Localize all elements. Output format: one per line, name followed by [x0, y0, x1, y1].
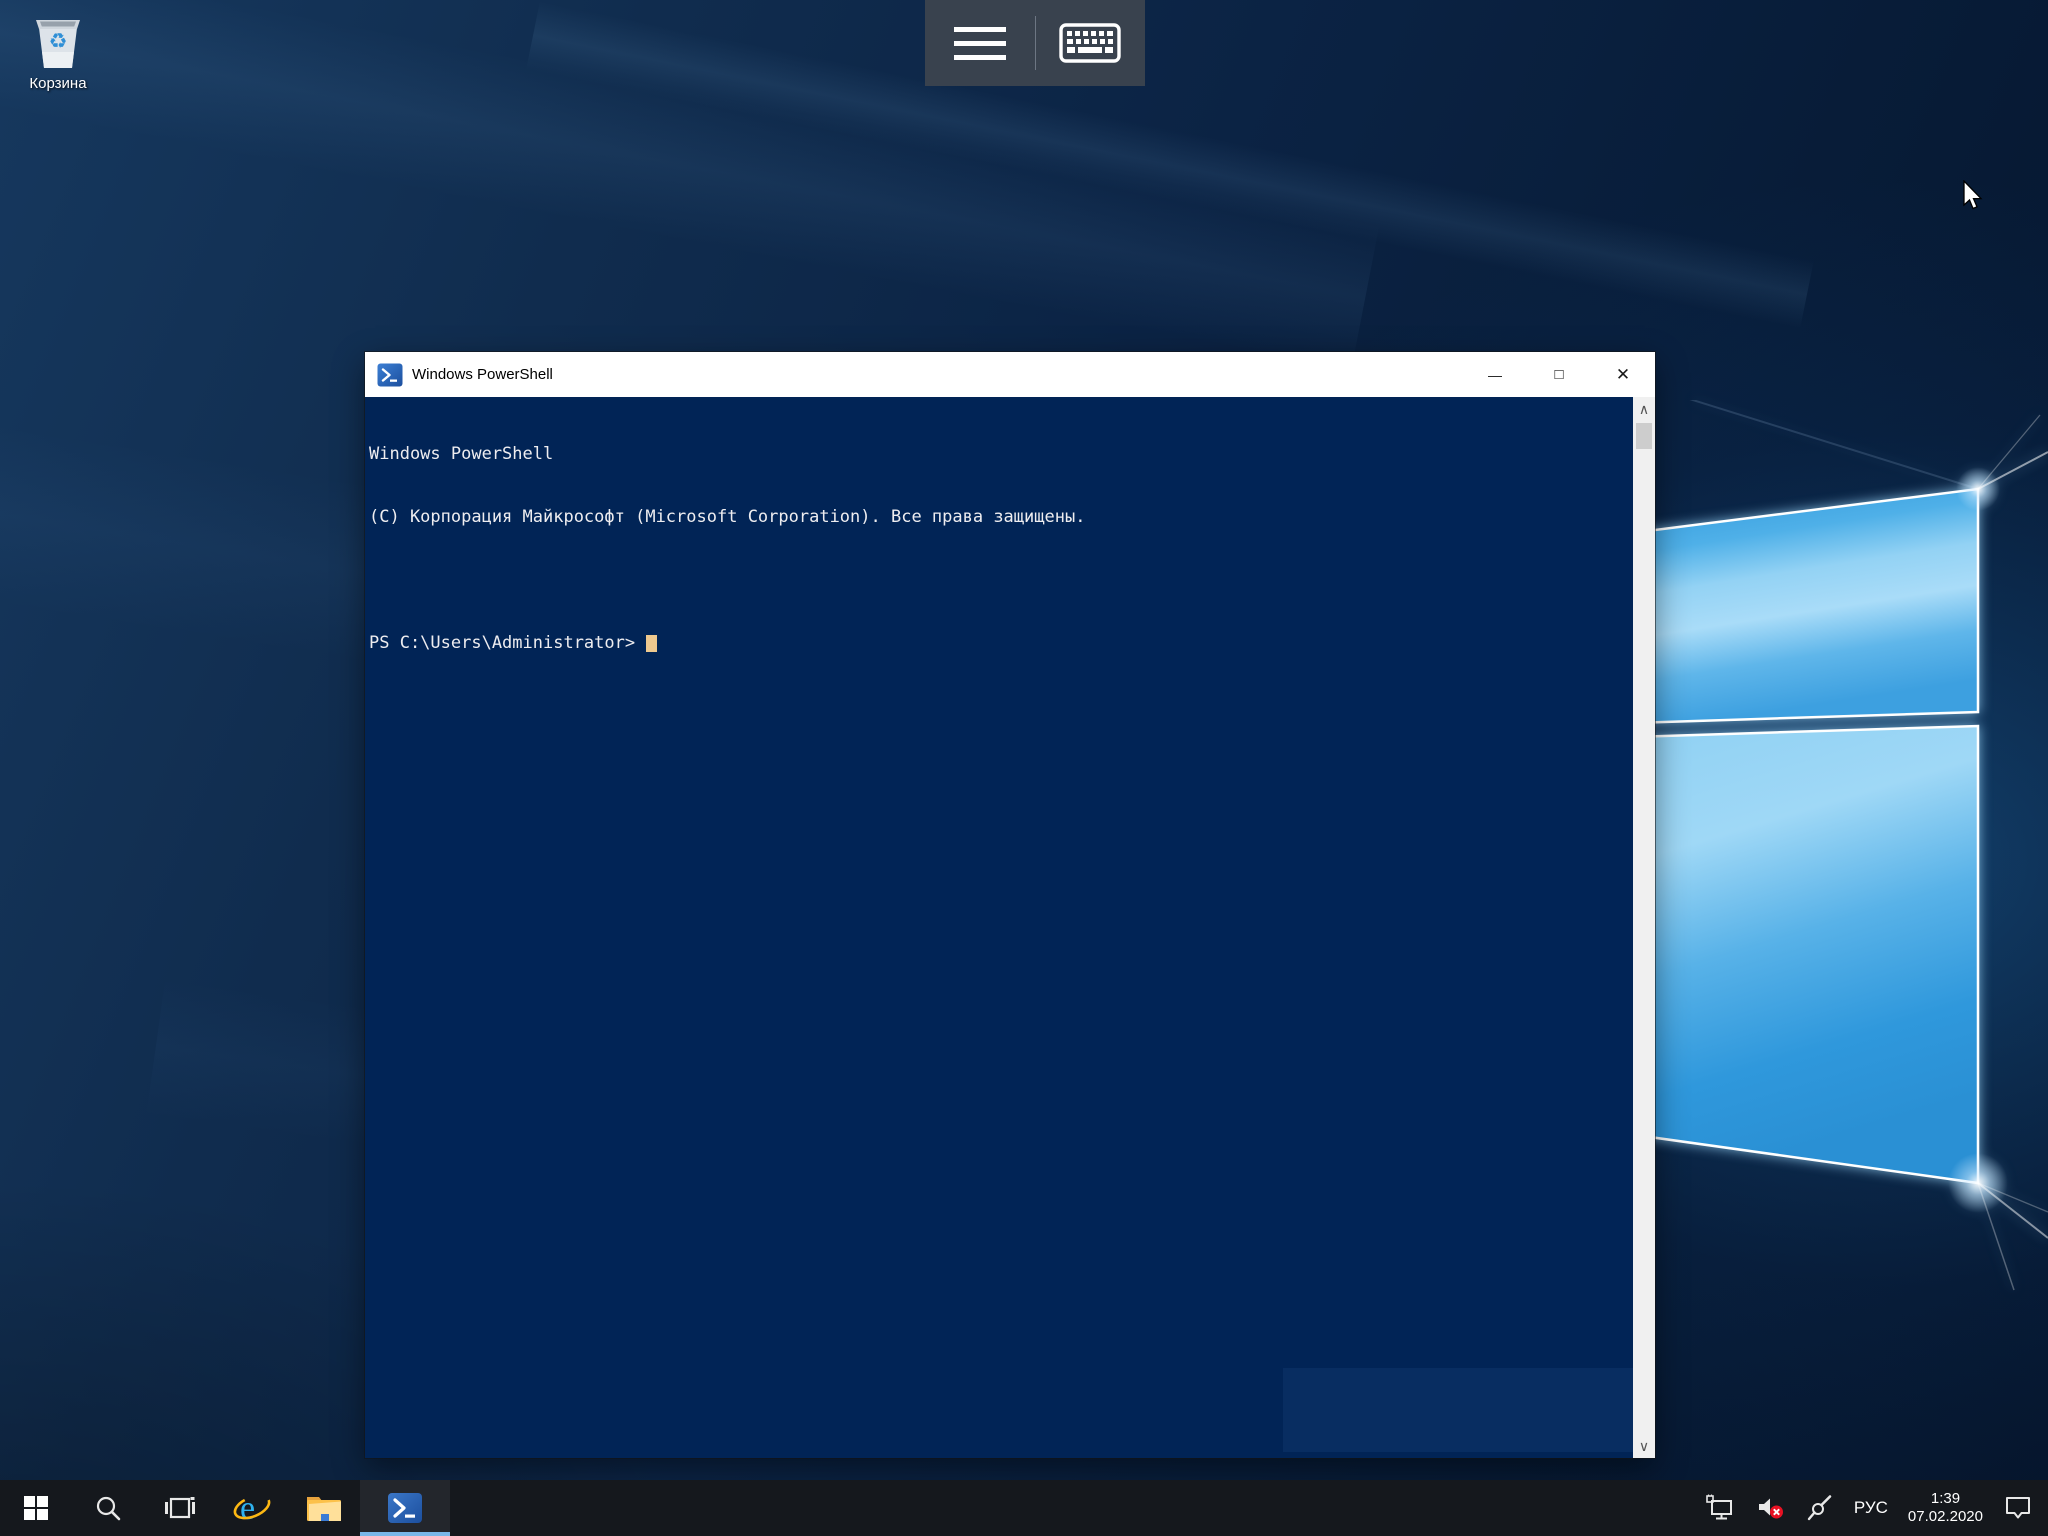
console-line: (C) Корпорация Майкрософт (Microsoft Cor… [369, 507, 1629, 528]
console-cursor [646, 635, 657, 652]
vm-menu-button[interactable] [925, 0, 1035, 86]
powershell-window: Windows PowerShell — □ ✕ Windows PowerSh… [365, 352, 1655, 1458]
mouse-cursor [1962, 180, 1986, 212]
system-tray: РУС 1:39 07.02.2020 [1699, 1480, 2048, 1536]
search-button[interactable] [72, 1480, 144, 1536]
maximize-icon: □ [1554, 366, 1563, 383]
wallpaper-light-beam [526, 1, 1814, 329]
scroll-down-arrow[interactable]: ∨ [1633, 1434, 1655, 1458]
powershell-icon [387, 1490, 423, 1526]
close-button[interactable]: ✕ [1591, 352, 1655, 397]
minimize-button[interactable]: — [1463, 352, 1527, 397]
recycle-bin-icon: ♻ [30, 8, 86, 72]
internet-explorer-button[interactable]: e [216, 1480, 288, 1536]
action-center-button[interactable] [1996, 1480, 2040, 1536]
volume-muted-icon [1756, 1494, 1786, 1522]
network-tray-button[interactable] [1699, 1480, 1743, 1536]
console-text: Windows PowerShell (C) Корпорация Майкро… [369, 402, 1629, 696]
file-explorer-icon [305, 1492, 343, 1524]
network-icon [1706, 1494, 1736, 1522]
recycle-bin-label: Корзина [29, 75, 86, 92]
internet-explorer-icon: e [231, 1487, 273, 1529]
console-highlight-region [1283, 1368, 1633, 1452]
recycle-symbol: ♻ [49, 30, 68, 53]
taskbar: e [0, 1480, 2048, 1536]
language-indicator[interactable]: РУС [1847, 1480, 1895, 1536]
keyboard-icon [1059, 22, 1121, 64]
hamburger-icon [954, 27, 1006, 60]
console-blank-line [369, 570, 1629, 591]
pen-icon [1806, 1494, 1834, 1522]
search-icon [94, 1494, 122, 1522]
window-title: Windows PowerShell [412, 366, 1463, 383]
scrollbar-thumb[interactable] [1636, 423, 1652, 449]
clock-time: 1:39 [1931, 1490, 1960, 1508]
pen-tray-button[interactable] [1799, 1480, 1841, 1536]
powershell-icon [377, 362, 403, 388]
close-icon: ✕ [1616, 365, 1630, 385]
scrollbar[interactable]: ∧ ∨ [1633, 397, 1655, 1458]
vm-keyboard-button[interactable] [1036, 0, 1146, 86]
task-view-button[interactable] [144, 1480, 216, 1536]
action-center-icon [2003, 1494, 2033, 1522]
console-area[interactable]: Windows PowerShell (C) Корпорация Майкро… [365, 397, 1655, 1458]
clock-date: 07.02.2020 [1908, 1508, 1983, 1526]
file-explorer-button[interactable] [288, 1480, 360, 1536]
console-prompt: PS C:\Users\Administrator> [369, 633, 635, 654]
scroll-up-arrow[interactable]: ∧ [1633, 397, 1655, 421]
windows-start-icon [23, 1495, 49, 1521]
window-controls: — □ ✕ [1463, 352, 1655, 397]
wallpaper-light-beam [0, 0, 1380, 371]
svg-text:e: e [240, 1490, 255, 1527]
window-titlebar[interactable]: Windows PowerShell — □ ✕ [365, 352, 1655, 397]
start-button[interactable] [0, 1480, 72, 1536]
console-line: Windows PowerShell [369, 444, 1629, 465]
maximize-button[interactable]: □ [1527, 352, 1591, 397]
desktop-icon-recycle-bin[interactable]: ♻ Корзина [14, 8, 102, 92]
task-view-icon [164, 1495, 196, 1521]
vm-console-toolbar [925, 0, 1145, 86]
powershell-taskbar-button[interactable] [360, 1480, 450, 1536]
volume-tray-button[interactable] [1749, 1480, 1793, 1536]
minimize-icon: — [1488, 367, 1502, 383]
taskbar-clock[interactable]: 1:39 07.02.2020 [1901, 1480, 1990, 1536]
console-prompt-row: PS C:\Users\Administrator> [369, 633, 1629, 654]
